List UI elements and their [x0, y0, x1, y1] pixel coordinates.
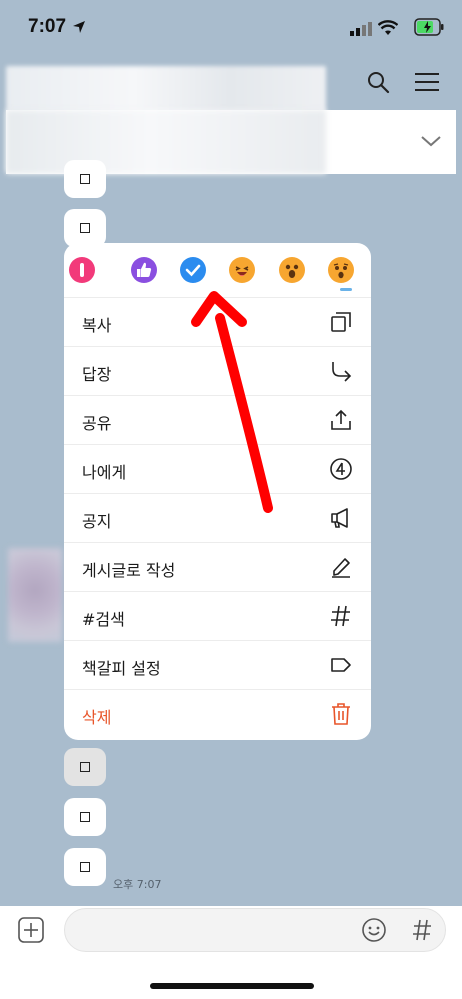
hashtag-icon [413, 919, 431, 941]
smiley-icon [362, 918, 386, 942]
hamburger-menu-icon [415, 73, 439, 91]
home-indicator [150, 983, 314, 989]
avatar-blurred [8, 548, 62, 642]
selected-reaction-indicator [340, 288, 352, 291]
menu-item-label: 답장 [82, 365, 112, 384]
trash-icon [332, 703, 350, 725]
reaction-check[interactable] [180, 257, 206, 283]
reaction-laughing[interactable] [229, 257, 255, 283]
thumbs-up-icon [137, 262, 152, 277]
reaction-thumbs-up[interactable] [131, 257, 157, 283]
menu-item-delete[interactable]: 삭제 [64, 689, 371, 739]
menu-item-label: 공유 [82, 414, 112, 433]
message-time: 오후 7:07 [113, 878, 162, 891]
menu-item-label: #검색 [82, 610, 125, 629]
menu-button[interactable] [412, 68, 442, 96]
signal-icon [350, 22, 372, 36]
wifi-icon [378, 20, 398, 35]
message-bubble[interactable] [64, 160, 106, 198]
menu-item-reply[interactable]: 답장 [64, 346, 371, 396]
sad-face-icon [333, 263, 349, 279]
reaction-sad[interactable] [328, 257, 354, 283]
menu-item-label: 게시글로 작성 [82, 561, 176, 580]
reaction-surprised[interactable] [279, 257, 305, 283]
chevron-down-icon[interactable] [420, 134, 442, 148]
menu-item-notice[interactable]: 공지 [64, 493, 371, 543]
copy-icon [331, 312, 351, 332]
menu-item-write-post[interactable]: 게시글로 작성 [64, 542, 371, 592]
box-glyph [80, 762, 90, 772]
location-arrow-icon [73, 21, 85, 33]
emoji-button[interactable] [360, 916, 388, 944]
bookmark-tag-icon [331, 658, 351, 672]
surprised-face-icon [285, 264, 299, 278]
message-bubble[interactable] [64, 209, 106, 247]
box-glyph [80, 174, 90, 184]
message-bubble[interactable] [64, 848, 106, 886]
menu-item-label: 공지 [82, 512, 112, 531]
heart-alert-icon [80, 263, 84, 277]
reply-arrow-icon [332, 362, 352, 382]
notice-text-blurred [6, 110, 326, 174]
menu-item-share[interactable]: 공유 [64, 395, 371, 445]
box-glyph [80, 862, 90, 872]
laughing-face-icon [235, 266, 249, 276]
search-icon [368, 72, 390, 94]
message-bubble[interactable] [64, 798, 106, 836]
menu-item-label: 나에게 [82, 463, 127, 482]
box-glyph [80, 223, 90, 233]
message-text-field[interactable] [64, 908, 446, 952]
reaction-heart-alert[interactable] [69, 257, 95, 283]
message-context-menu: 복사 답장 공유 나에게 공지 게시글로 작성 #검색 책갈피 설정 삭제 [64, 243, 371, 740]
menu-item-bookmark[interactable]: 책갈피 설정 [64, 640, 371, 690]
box-glyph [80, 812, 90, 822]
hashtag-icon [331, 605, 350, 627]
share-icon [331, 409, 351, 430]
status-bar: 7:07 [0, 0, 462, 56]
plus-icon [18, 917, 44, 943]
menu-item-hashtag-search[interactable]: #검색 [64, 591, 371, 641]
reaction-row [64, 243, 371, 295]
megaphone-icon [331, 508, 348, 528]
message-bubble-selected[interactable] [64, 748, 106, 786]
attach-button[interactable] [18, 917, 44, 943]
pencil-icon [332, 558, 350, 578]
status-time: 7:07 [28, 16, 67, 37]
search-button[interactable] [364, 68, 392, 96]
battery-icon [414, 18, 444, 36]
hashtag-button[interactable] [408, 916, 436, 944]
menu-item-copy[interactable]: 복사 [64, 297, 371, 347]
menu-item-label: 책갈피 설정 [82, 659, 161, 678]
check-icon [185, 264, 201, 277]
menu-item-label: 복사 [82, 316, 112, 335]
menu-item-to-me[interactable]: 나에게 [64, 444, 371, 494]
to-me-icon [330, 458, 352, 480]
menu-item-label: 삭제 [82, 708, 112, 727]
